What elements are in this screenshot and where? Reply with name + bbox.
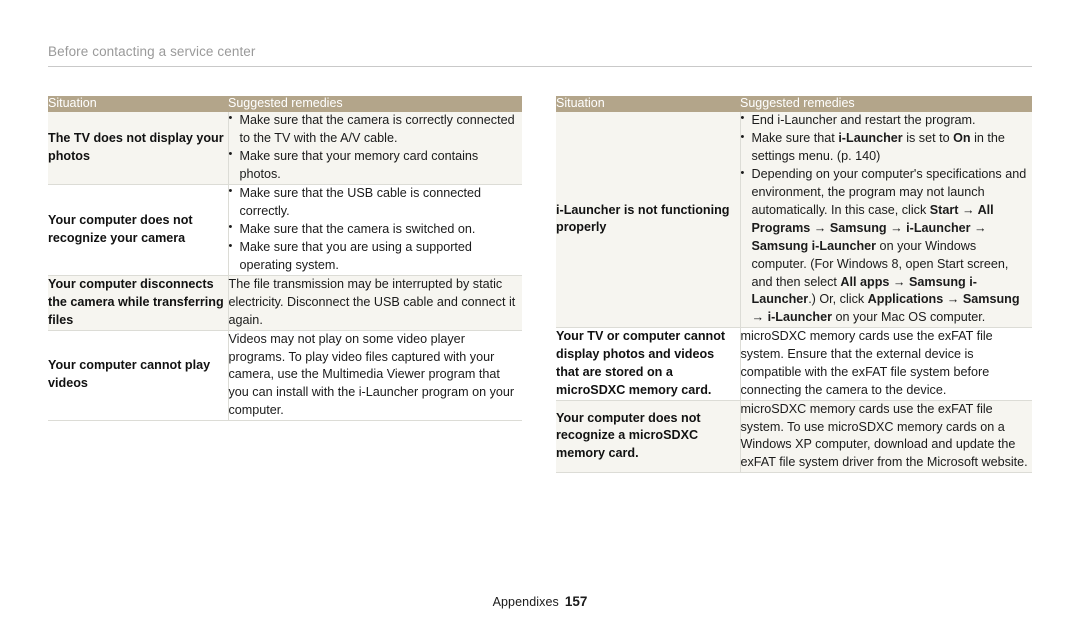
table-row: Your TV or computer cannot display photo… bbox=[556, 327, 1032, 401]
emphasis-text: i-Launcher bbox=[838, 131, 903, 145]
situation-cell: Your computer cannot play videos bbox=[48, 330, 228, 422]
emphasis-text: i-Launcher bbox=[767, 310, 832, 325]
remedy-bullet-item: Make sure that the camera is correctly c… bbox=[229, 111, 523, 148]
remedy-bullet-list: End i-Launcher and restart the program. M… bbox=[741, 111, 1033, 328]
left-column: Situation Suggested remedies The TV does… bbox=[48, 96, 523, 422]
troubleshooting-table-right: Situation Suggested remedies i-Launcher … bbox=[556, 96, 1033, 474]
situation-cell: The TV does not display your photos bbox=[48, 111, 228, 185]
emphasis-text: → bbox=[886, 220, 907, 235]
body-text: is set to bbox=[902, 131, 954, 145]
emphasis-text: On bbox=[953, 131, 971, 145]
remedy-cell: Videos may not play on some video player… bbox=[227, 330, 522, 422]
body-text: End i-Launcher and restart the program. bbox=[751, 112, 976, 127]
emphasis-text: → bbox=[958, 203, 978, 217]
running-header-title: Before contacting a service center bbox=[48, 44, 256, 59]
situation-cell: Your computer does not recognize a micro… bbox=[556, 400, 740, 474]
remedy-bullet-list: Make sure that the USB cable is connecte… bbox=[229, 184, 523, 275]
remedy-bullet-item: Depending on your computer's specificati… bbox=[741, 166, 1033, 327]
emphasis-text: → bbox=[810, 220, 830, 235]
emphasis-text: → bbox=[943, 292, 963, 307]
page-footer: Appendixes 157 bbox=[0, 594, 1080, 609]
header-divider-rule bbox=[48, 66, 1032, 67]
column-header-suggested-remedies: Suggested remedies bbox=[228, 96, 522, 112]
footer-page-number: 157 bbox=[564, 594, 588, 609]
emphasis-text: i-Launcher bbox=[906, 220, 971, 235]
remedy-bullet-item: Make sure that the USB cable is connecte… bbox=[229, 184, 523, 221]
running-header: Before contacting a service center bbox=[48, 44, 1032, 67]
situation-cell: i-Launcher is not functioning properly bbox=[556, 111, 740, 329]
table-row: Your computer does not recognize your ca… bbox=[48, 184, 523, 277]
body-text: on your Mac OS computer. bbox=[831, 310, 986, 325]
situation-cell: Your computer disconnects the camera whi… bbox=[48, 275, 228, 331]
footer-section-label: Appendixes bbox=[492, 595, 559, 609]
table-row: The TV does not display your photosMake … bbox=[48, 111, 523, 185]
table-body-left: The TV does not display your photosMake … bbox=[48, 111, 523, 422]
table-header-row: Situation Suggested remedies bbox=[48, 96, 522, 112]
table-body-right: i-Launcher is not functioning properlyEn… bbox=[556, 111, 1033, 474]
remedy-bullet-item: End i-Launcher and restart the program. bbox=[741, 111, 1033, 130]
emphasis-text: All apps bbox=[840, 274, 890, 289]
table-row: i-Launcher is not functioning properlyEn… bbox=[556, 111, 1033, 329]
remedy-cell: End i-Launcher and restart the program. M… bbox=[739, 111, 1033, 329]
troubleshooting-table-left: Situation Suggested remedies The TV does… bbox=[48, 96, 523, 422]
emphasis-text: Samsung i-Launcher bbox=[751, 238, 877, 253]
table-head-left: Situation Suggested remedies bbox=[48, 96, 522, 112]
column-header-situation: Situation bbox=[48, 96, 228, 112]
emphasis-text: Start bbox=[929, 203, 959, 217]
remedy-cell: microSDXC memory cards use the exFAT fil… bbox=[739, 327, 1032, 401]
table-row: Your computer cannot play videos Videos m… bbox=[48, 330, 522, 422]
remedy-cell: The file transmission may be interrupted… bbox=[227, 275, 522, 331]
table-head-right: Situation Suggested remedies bbox=[556, 96, 1032, 112]
column-header-suggested-remedies: Suggested remedies bbox=[740, 96, 1032, 112]
body-text: .) Or, click bbox=[808, 292, 868, 307]
remedy-paragraph: The file transmission may be interrupted… bbox=[228, 277, 516, 327]
emphasis-text: Samsung bbox=[829, 220, 887, 235]
remedy-bullet-item: Make sure that your memory card contains… bbox=[229, 147, 523, 184]
table-row: Your computer disconnects the camera whi… bbox=[48, 275, 522, 331]
table-header-row: Situation Suggested remedies bbox=[556, 96, 1032, 112]
remedy-bullet-item: Make sure that you are using a supported… bbox=[229, 239, 523, 275]
remedy-cell: Make sure that the camera is correctly c… bbox=[227, 111, 523, 185]
emphasis-text: Samsung bbox=[962, 292, 1020, 307]
situation-cell: Your TV or computer cannot display photo… bbox=[556, 327, 740, 401]
column-header-situation: Situation bbox=[556, 96, 740, 112]
remedy-cell: Make sure that the USB cable is connecte… bbox=[227, 184, 523, 277]
right-column: Situation Suggested remedies i-Launcher … bbox=[556, 96, 1033, 474]
situation-cell: Your computer does not recognize your ca… bbox=[48, 184, 228, 277]
remedy-paragraph: Videos may not play on some video player… bbox=[228, 331, 515, 418]
remedy-paragraph: microSDXC memory cards use the exFAT fil… bbox=[740, 401, 1028, 470]
table-row: Your computer does not recognize a micro… bbox=[556, 400, 1032, 474]
remedy-bullet-list: Make sure that the camera is correctly c… bbox=[229, 111, 523, 184]
remedy-bullet-item: Make sure that the camera is switched on… bbox=[229, 220, 523, 239]
remedy-paragraph: microSDXC memory cards use the exFAT fil… bbox=[740, 329, 993, 397]
emphasis-text: → bbox=[751, 310, 768, 325]
emphasis-text: → bbox=[889, 274, 910, 289]
remedy-cell: microSDXC memory cards use the exFAT fil… bbox=[739, 400, 1032, 474]
remedy-bullet-item: Make sure that i-Launcher is set to On i… bbox=[741, 130, 1033, 166]
emphasis-text: Applications bbox=[867, 292, 944, 307]
emphasis-text: → bbox=[970, 220, 987, 235]
body-text: Make sure that bbox=[751, 131, 839, 145]
